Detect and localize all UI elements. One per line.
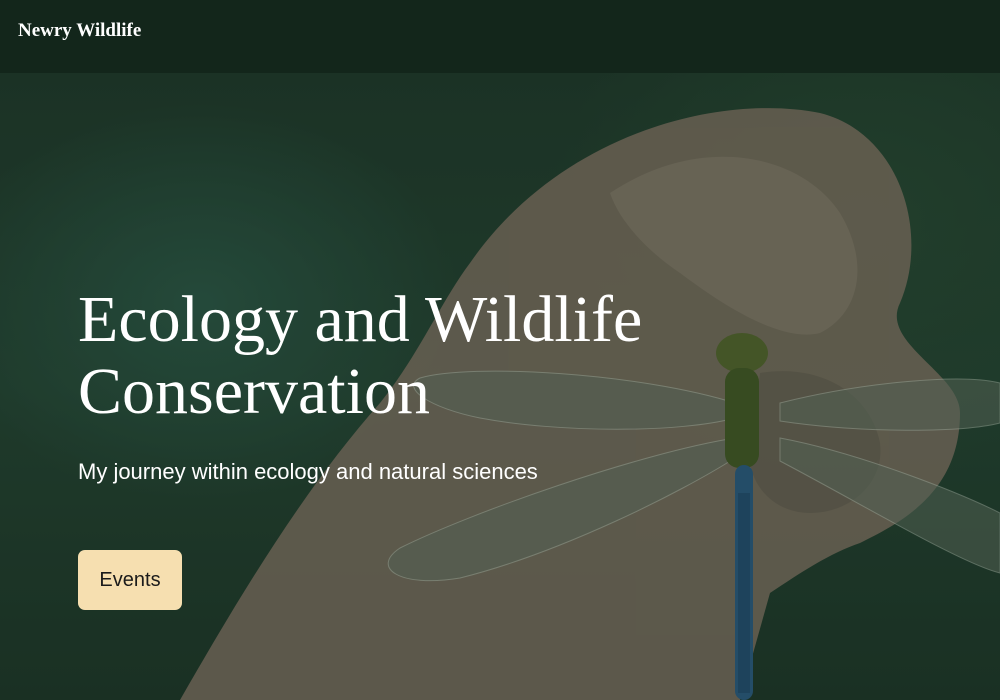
hero-subtitle: My journey within ecology and natural sc… bbox=[78, 459, 538, 484]
hero-content: Ecology and Wildlife Conservation My jou… bbox=[78, 284, 778, 610]
brand-logo-link[interactable]: Newry Wildlife bbox=[18, 20, 141, 42]
hero-title: Ecology and Wildlife Conservation bbox=[78, 284, 778, 428]
hero-section: Ecology and Wildlife Conservation My jou… bbox=[0, 73, 1000, 700]
top-navbar: Newry Wildlife bbox=[0, 0, 1000, 73]
hero-title-line-2: Conservation bbox=[78, 355, 430, 428]
events-button[interactable]: Events bbox=[78, 550, 182, 610]
hero-title-line-1: Ecology and Wildlife bbox=[78, 283, 643, 356]
